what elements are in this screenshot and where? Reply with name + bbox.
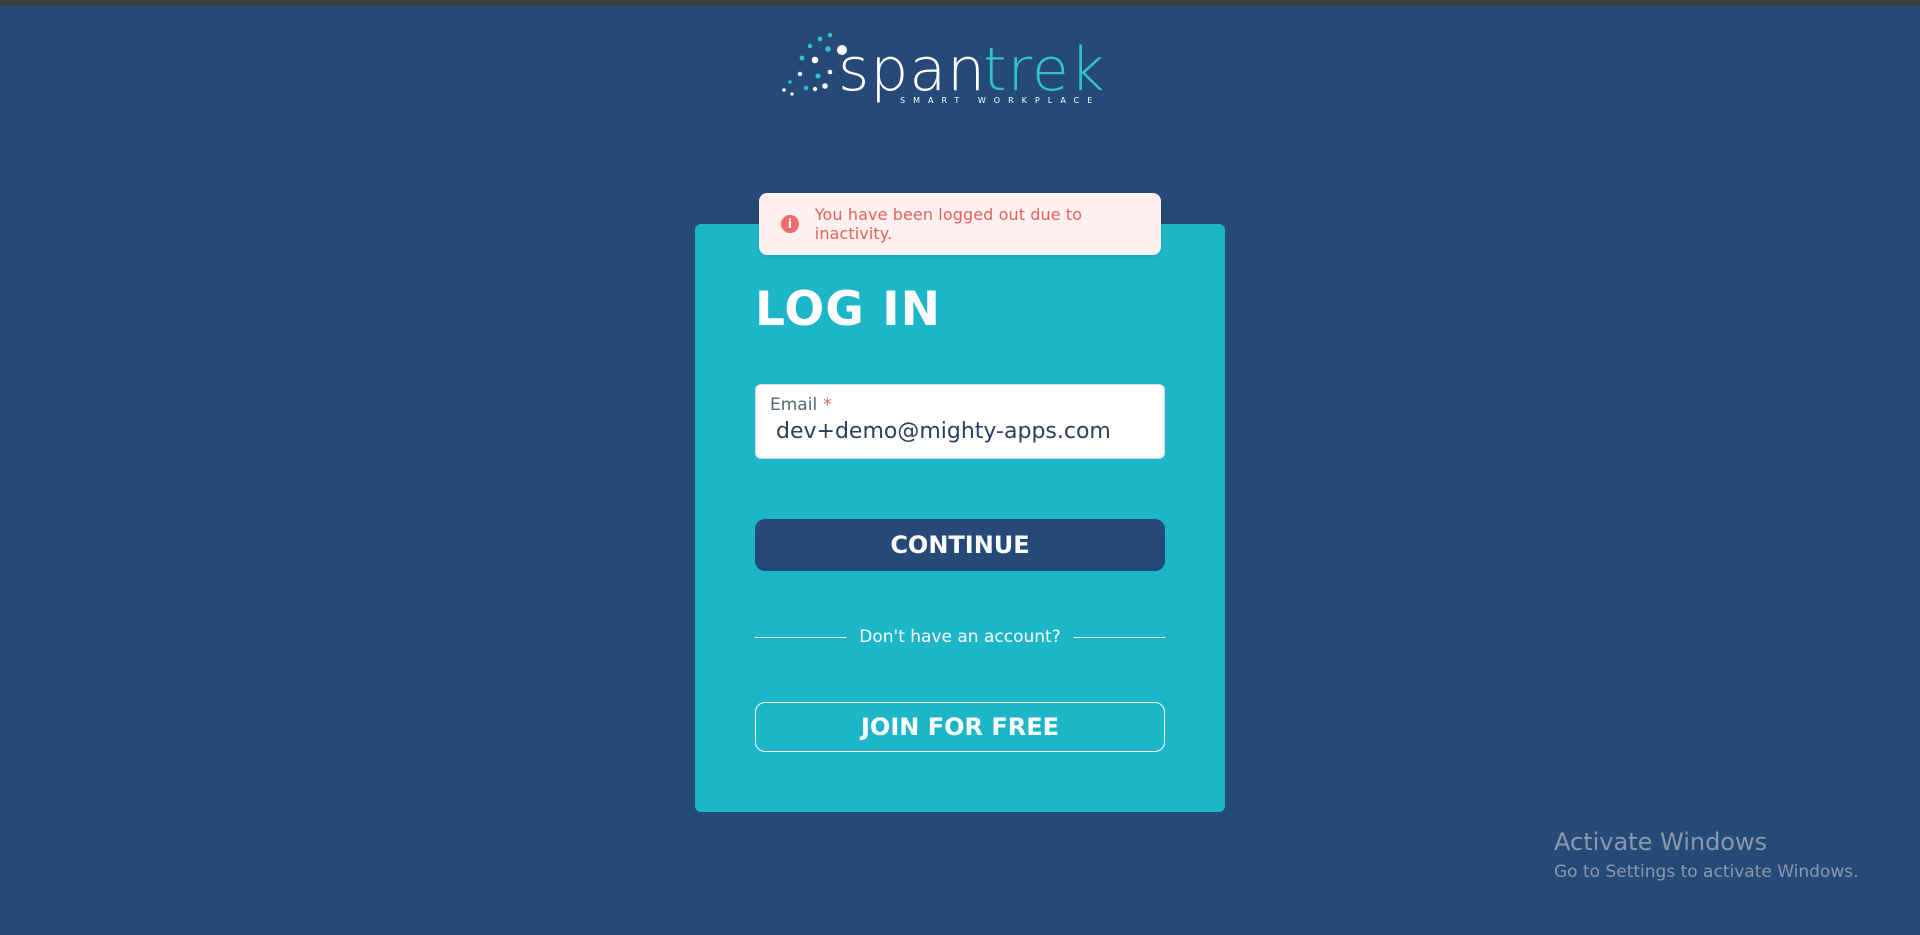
- svg-text:trek: trek: [983, 35, 1106, 105]
- watermark-subtitle: Go to Settings to activate Windows.: [1554, 862, 1859, 882]
- email-label-text: Email: [770, 395, 818, 415]
- email-label: Email *: [770, 395, 832, 415]
- spantrek-logo: span trek SMART WORKPLACE: [780, 24, 1120, 108]
- info-icon: i: [781, 215, 799, 233]
- email-input[interactable]: dev+demo@mighty-apps.com: [776, 419, 1111, 444]
- logout-alert: i You have been logged out due to inacti…: [759, 193, 1161, 255]
- alert-message: You have been logged out due to inactivi…: [814, 205, 1083, 243]
- continue-button[interactable]: CONTINUE: [755, 519, 1165, 571]
- divider-line-right: [1073, 636, 1165, 638]
- page-title: LOG IN: [755, 282, 941, 337]
- divider-line-left: [755, 636, 847, 638]
- no-account-text: Don't have an account?: [859, 627, 1061, 647]
- watermark-title: Activate Windows: [1554, 828, 1768, 856]
- signup-divider: Don't have an account?: [755, 626, 1165, 648]
- svg-text:span: span: [838, 35, 986, 105]
- email-field[interactable]: Email * dev+demo@mighty-apps.com: [755, 384, 1165, 459]
- required-marker: *: [823, 395, 832, 415]
- join-for-free-button[interactable]: JOIN FOR FREE: [755, 702, 1165, 752]
- window-top-bar: [0, 0, 1920, 6]
- windows-activation-watermark: Activate Windows Go to Settings to activ…: [1554, 828, 1859, 882]
- logo-tagline: SMART WORKPLACE: [900, 96, 1100, 105]
